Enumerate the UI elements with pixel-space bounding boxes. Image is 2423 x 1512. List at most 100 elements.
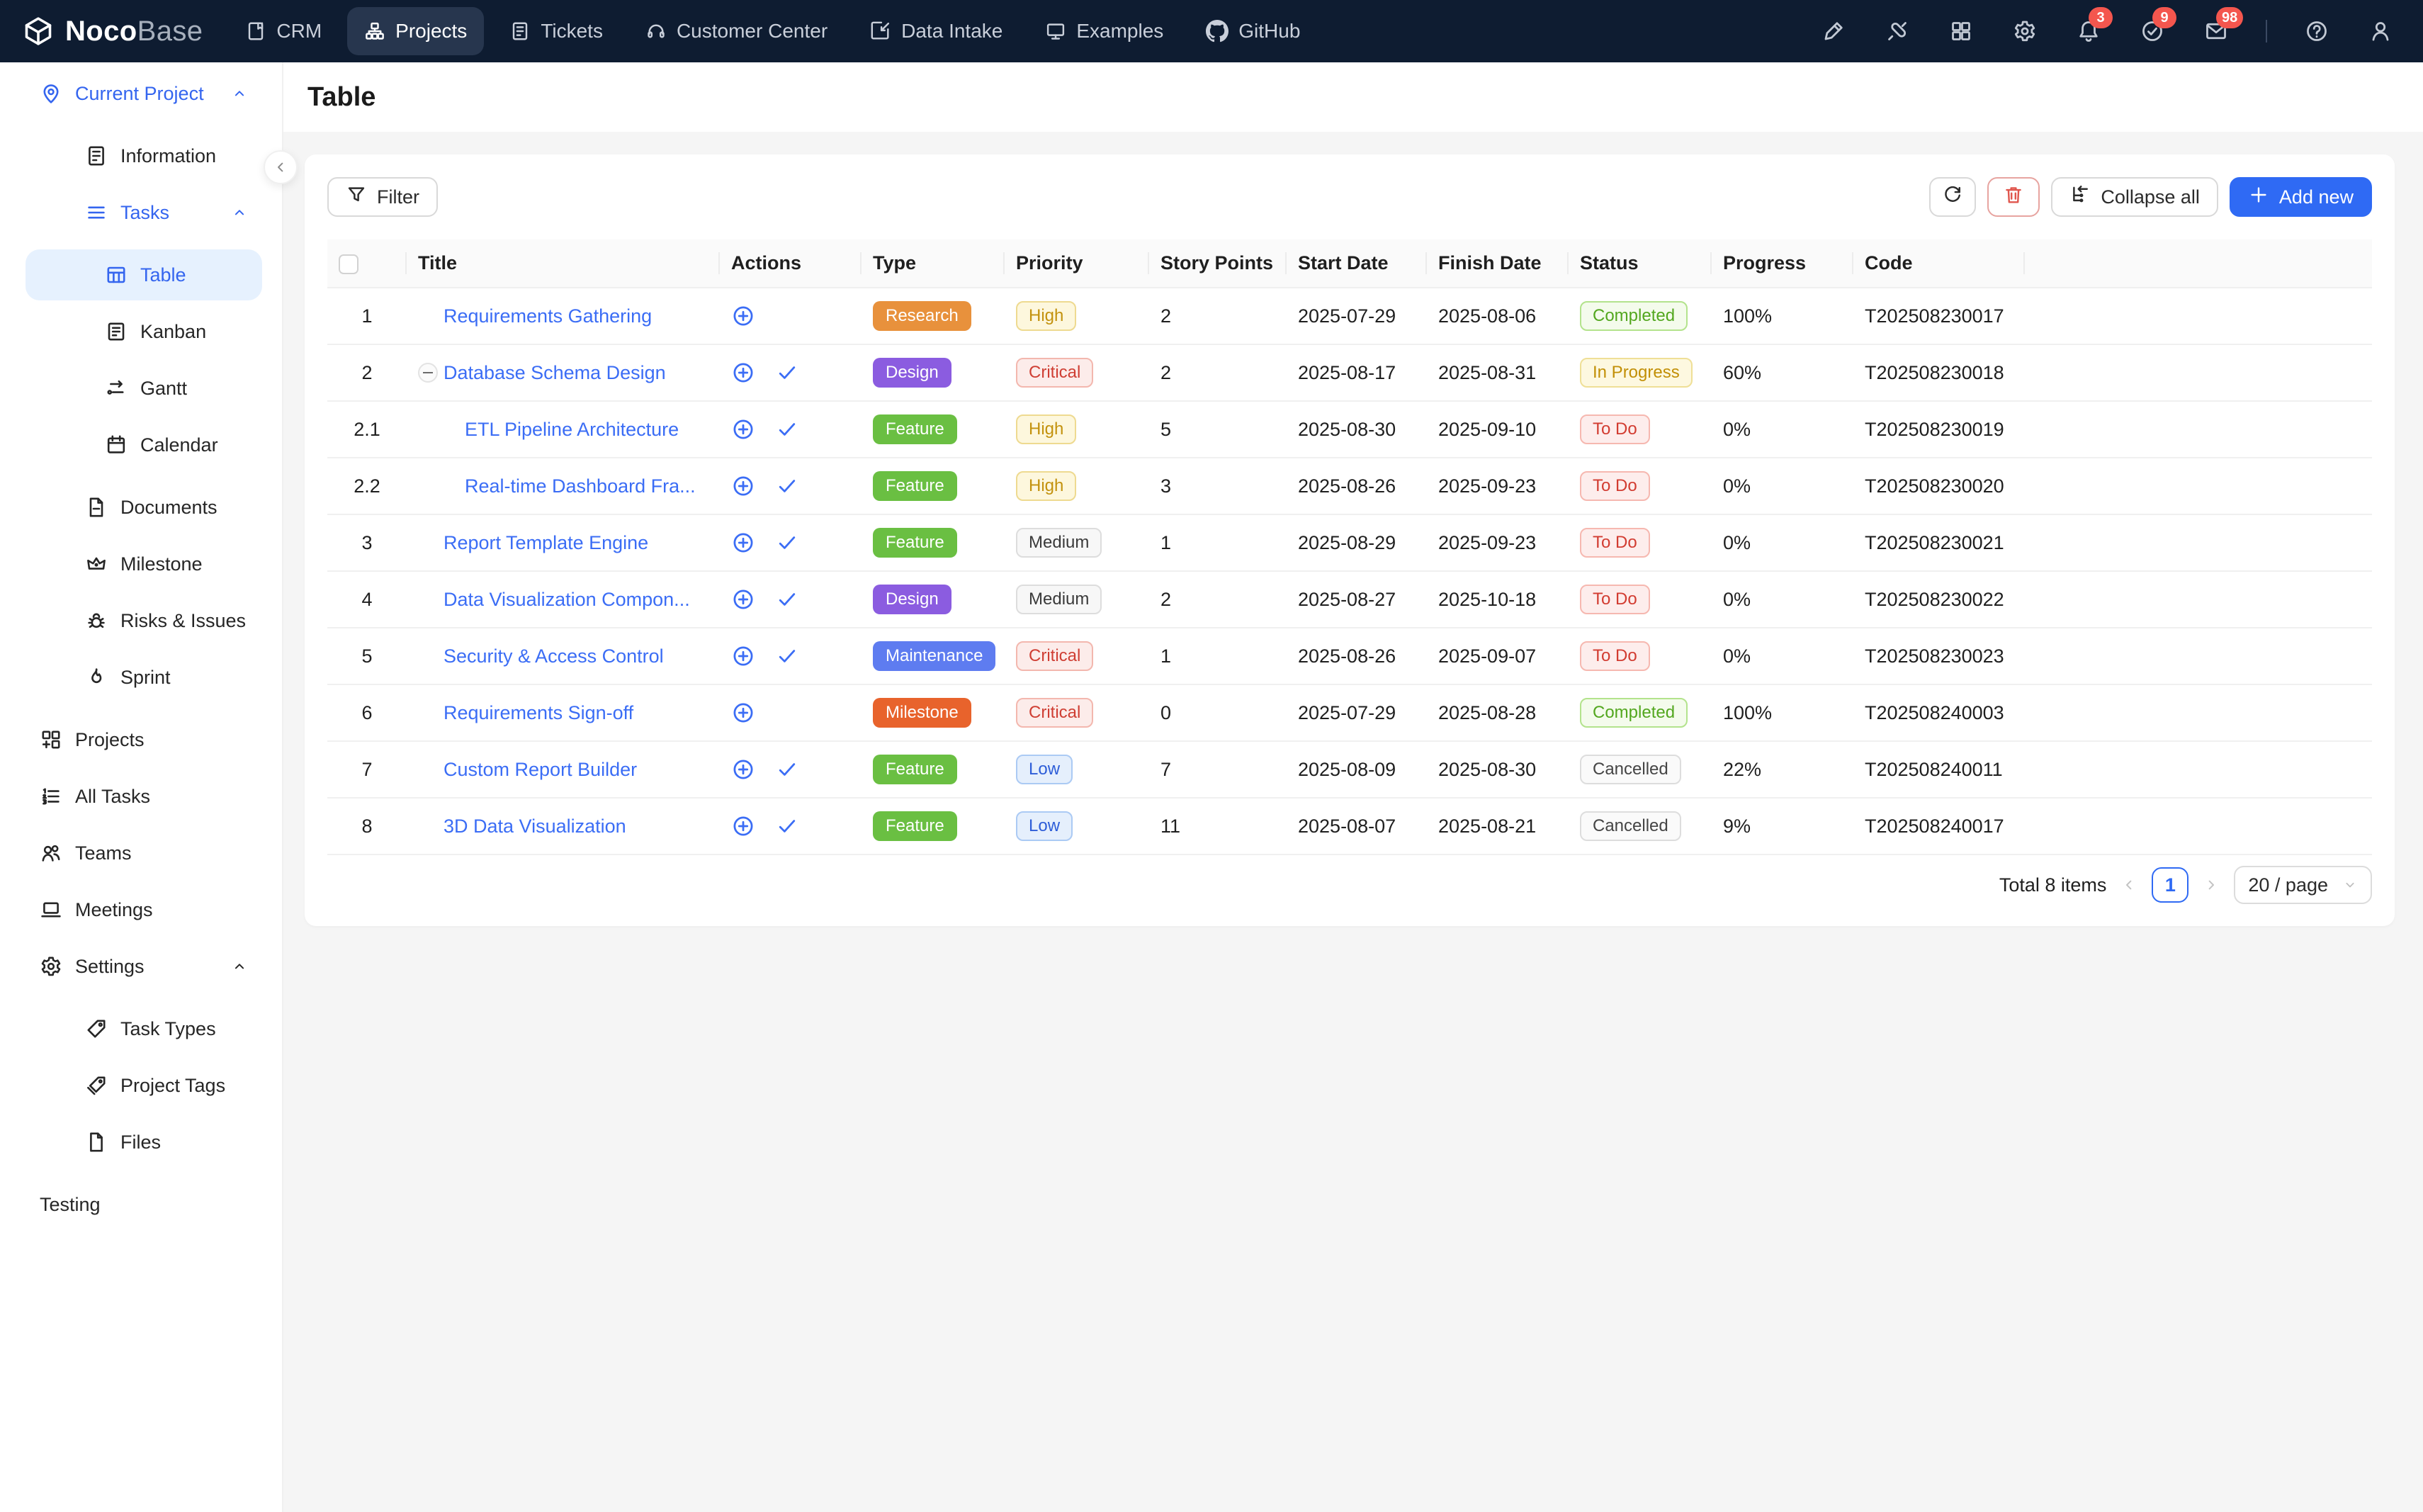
help-button[interactable]	[2303, 17, 2331, 45]
column-header-spacer	[2025, 239, 2372, 288]
complete-task-button[interactable]	[775, 644, 799, 668]
blocks-button[interactable]	[1947, 17, 1975, 45]
sidebar-item-documents[interactable]: Documents	[26, 482, 262, 533]
complete-task-button[interactable]	[775, 587, 799, 611]
status-cell: Cancelled	[1569, 798, 1712, 854]
spacer-cell	[2025, 514, 2372, 571]
sidebar-item-current-project[interactable]: Current Project	[26, 68, 262, 119]
nav-item-customer-center[interactable]: Customer Center	[628, 7, 845, 55]
add-new-button[interactable]: Add new	[2230, 177, 2372, 217]
status-cell: Completed	[1569, 684, 1712, 741]
bell-button[interactable]: 3	[2074, 17, 2103, 45]
sidebar-item-all-tasks[interactable]: All Tasks	[26, 771, 262, 822]
task-title-link[interactable]: Custom Report Builder	[444, 759, 637, 781]
add-subtask-button[interactable]	[731, 644, 755, 668]
table-row: 3Report Template EngineFeatureMedium1202…	[327, 514, 2372, 571]
nav-item-label: GitHub	[1238, 20, 1300, 43]
complete-task-button[interactable]	[775, 757, 799, 782]
add-subtask-button[interactable]	[731, 814, 755, 838]
add-subtask-button[interactable]	[731, 531, 755, 555]
sidebar-item-table[interactable]: Table	[26, 249, 262, 300]
story-points-cell: 2	[1149, 288, 1287, 344]
sidebar-item-risks-issues[interactable]: Risks & Issues	[26, 595, 262, 646]
priority-cell: Critical	[1005, 628, 1149, 684]
table-header-row: TitleActionsTypePriorityStory PointsStar…	[327, 239, 2372, 288]
add-subtask-button[interactable]	[731, 701, 755, 725]
nav-item-data-intake[interactable]: Data Intake	[853, 7, 1020, 55]
select-all-checkbox[interactable]	[339, 254, 358, 274]
collapse-row-toggle[interactable]	[418, 363, 438, 383]
task-title-link[interactable]: Real-time Dashboard Fra...	[465, 475, 696, 497]
nav-item-crm[interactable]: CRM	[228, 7, 339, 55]
progress-cell: 60%	[1712, 344, 1853, 401]
sidebar-item-files[interactable]: Files	[26, 1117, 262, 1168]
task-title-link[interactable]: Requirements Sign-off	[444, 702, 633, 724]
sidebar-item-task-types[interactable]: Task Types	[26, 1003, 262, 1054]
task-title-link[interactable]: Security & Access Control	[444, 645, 664, 667]
prev-page-button[interactable]	[2120, 876, 2137, 893]
brand[interactable]: NocoBase	[0, 16, 228, 47]
chevron-up-icon	[231, 85, 248, 102]
complete-task-button[interactable]	[775, 474, 799, 498]
check-circle-button[interactable]: 9	[2138, 17, 2167, 45]
start-date-cell: 2025-08-09	[1287, 741, 1427, 798]
user-button[interactable]	[2366, 17, 2395, 45]
delete-button[interactable]	[1987, 177, 2040, 217]
page-size-select[interactable]: 20 / page	[2234, 866, 2372, 904]
page-title: Table	[307, 82, 375, 113]
sidebar-item-testing[interactable]: Testing	[26, 1179, 262, 1230]
sidebar-item-settings[interactable]: Settings	[26, 941, 262, 992]
sidebar-item-tasks[interactable]: Tasks	[26, 187, 262, 238]
filter-button[interactable]: Filter	[327, 177, 438, 217]
sidebar-item-sprint[interactable]: Sprint	[26, 652, 262, 703]
add-subtask-button[interactable]	[731, 587, 755, 611]
collapse-all-label: Collapse all	[2101, 186, 2200, 208]
nav-item-projects[interactable]: Projects	[347, 7, 484, 55]
sidebar-collapse-button[interactable]	[264, 150, 298, 184]
sidebar-item-kanban[interactable]: Kanban	[26, 306, 262, 357]
sidebar-item-teams[interactable]: Teams	[26, 828, 262, 879]
sidebar-item-project-tags[interactable]: Project Tags	[26, 1060, 262, 1111]
finish-date-cell: 2025-08-06	[1427, 288, 1569, 344]
finish-date-cell: 2025-10-18	[1427, 571, 1569, 628]
sidebar-item-calendar[interactable]: Calendar	[26, 419, 262, 470]
nav-item-github[interactable]: GitHub	[1189, 7, 1317, 55]
sidebar-item-label: Teams	[75, 842, 132, 864]
task-title-link[interactable]: 3D Data Visualization	[444, 816, 626, 837]
sidebar-item-information[interactable]: Information	[26, 130, 262, 181]
add-subtask-button[interactable]	[731, 417, 755, 441]
sidebar-item-gantt[interactable]: Gantt	[26, 363, 262, 414]
story-points-cell: 3	[1149, 458, 1287, 514]
spacer-cell	[2025, 401, 2372, 458]
refresh-button[interactable]	[1929, 177, 1976, 217]
complete-task-button[interactable]	[775, 361, 799, 385]
nav-item-examples[interactable]: Examples	[1028, 7, 1180, 55]
collapse-all-button[interactable]: Collapse all	[2051, 177, 2218, 217]
task-title-link[interactable]: Requirements Gathering	[444, 305, 652, 327]
complete-task-button[interactable]	[775, 417, 799, 441]
sidebar-item-label: Projects	[75, 729, 145, 751]
add-subtask-button[interactable]	[731, 304, 755, 328]
complete-task-button[interactable]	[775, 814, 799, 838]
add-subtask-button[interactable]	[731, 474, 755, 498]
api-button[interactable]	[1883, 17, 1911, 45]
current-page-button[interactable]: 1	[2152, 867, 2188, 903]
sidebar-item-milestone[interactable]: Milestone	[26, 538, 262, 589]
task-title-link[interactable]: ETL Pipeline Architecture	[465, 419, 679, 441]
row-number: 8	[327, 798, 407, 854]
gear-button[interactable]	[2011, 17, 2039, 45]
add-subtask-button[interactable]	[731, 361, 755, 385]
sidebar-item-projects[interactable]: Projects	[26, 714, 262, 765]
highlighter-button[interactable]	[1819, 17, 1848, 45]
next-page-button[interactable]	[2203, 876, 2220, 893]
add-subtask-button[interactable]	[731, 757, 755, 782]
task-title-link[interactable]: Database Schema Design	[444, 362, 666, 384]
task-title-link[interactable]: Data Visualization Compon...	[444, 589, 690, 611]
nav-item-tickets[interactable]: Tickets	[492, 7, 620, 55]
sidebar-item-meetings[interactable]: Meetings	[26, 884, 262, 935]
task-title-link[interactable]: Report Template Engine	[444, 532, 648, 554]
complete-task-button[interactable]	[775, 531, 799, 555]
task-title-cell: Requirements Gathering	[407, 288, 720, 344]
table-row: 6Requirements Sign-offMilestoneCritical0…	[327, 684, 2372, 741]
mail-button[interactable]: 98	[2202, 17, 2230, 45]
